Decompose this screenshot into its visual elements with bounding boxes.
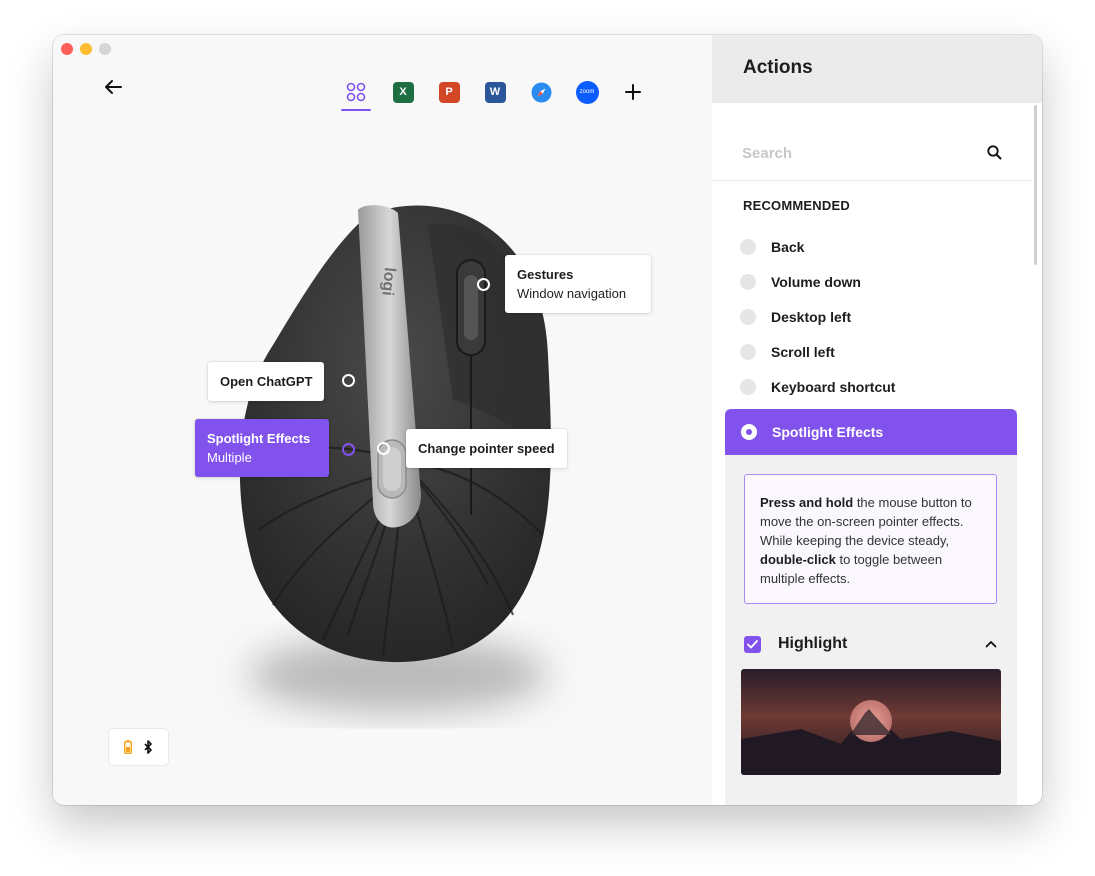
- dpi-button-hotspot[interactable]: [377, 442, 390, 455]
- action-spotlight-effects[interactable]: Spotlight Effects: [725, 409, 1017, 455]
- radio-volume-down[interactable]: [740, 274, 756, 290]
- search-input[interactable]: [740, 140, 974, 166]
- zoom-icon: zoom: [575, 80, 599, 104]
- spotlight-callout[interactable]: Spotlight Effects Multiple: [195, 419, 329, 477]
- active-tab-indicator: [341, 109, 371, 111]
- chatgpt-callout[interactable]: Open ChatGPT: [208, 362, 325, 401]
- actions-scrollbar[interactable]: [1034, 105, 1037, 265]
- minimize-window-button[interactable]: [80, 43, 92, 55]
- window-controls: [61, 43, 111, 55]
- desc-bold-double-click: double-click: [760, 552, 836, 567]
- powerpoint-icon: P: [438, 81, 460, 103]
- radio-back[interactable]: [740, 239, 756, 255]
- back-button[interactable]: [101, 75, 125, 99]
- safari-icon: [531, 82, 551, 102]
- excel-icon: X: [392, 81, 414, 103]
- action-keyboard-shortcut[interactable]: Keyboard shortcut: [740, 374, 895, 400]
- action-volume-down[interactable]: Volume down: [740, 269, 861, 295]
- actions-search: [712, 130, 1032, 181]
- highlight-checkbox[interactable]: [744, 635, 761, 653]
- tab-zoom[interactable]: zoom: [570, 75, 604, 109]
- plus-icon: [625, 84, 641, 100]
- bluetooth-icon: [144, 740, 152, 754]
- word-icon: W: [484, 81, 506, 103]
- radio-scroll-left[interactable]: [740, 344, 756, 360]
- search-button[interactable]: [987, 145, 1002, 165]
- gestures-button-hotspot[interactable]: [477, 278, 490, 291]
- highlight-label: Highlight: [778, 635, 848, 652]
- desc-bold-press-hold: Press and hold: [760, 495, 854, 510]
- action-scroll-left-label: Scroll left: [771, 344, 835, 360]
- gestures-callout-subtitle: Window navigation: [517, 286, 627, 301]
- search-icon: [987, 145, 1002, 160]
- gestures-callout-title: Gestures: [517, 267, 574, 282]
- spotlight-effects-panel: Spotlight Effects Press and hold the mou…: [725, 409, 1017, 805]
- tab-safari[interactable]: [524, 75, 558, 109]
- battery-icon: [124, 740, 132, 754]
- action-desktop-left-label: Desktop left: [771, 309, 852, 325]
- add-application-button[interactable]: [616, 75, 650, 109]
- highlight-option: Highlight: [744, 631, 997, 657]
- action-back-label: Back: [771, 239, 805, 255]
- tab-word[interactable]: W: [478, 75, 512, 109]
- chatgpt-callout-title: Open ChatGPT: [220, 374, 313, 389]
- checkmark-icon: [747, 639, 758, 648]
- spotlight-callout-title: Spotlight Effects: [207, 431, 311, 446]
- device-panel: X P W zoom logi Gestures Window navigati…: [53, 35, 712, 805]
- actions-title: Actions: [743, 57, 813, 78]
- chevron-up-icon: [985, 641, 997, 648]
- tab-all-applications[interactable]: [339, 75, 373, 111]
- action-keyboard-shortcut-label: Keyboard shortcut: [771, 379, 896, 395]
- gestures-callout[interactable]: Gestures Window navigation: [505, 255, 651, 313]
- collapse-highlight-button[interactable]: [985, 635, 997, 653]
- tab-powerpoint[interactable]: P: [432, 75, 466, 109]
- action-volume-down-label: Volume down: [771, 274, 861, 290]
- back-button-hotspot[interactable]: [342, 443, 355, 456]
- action-desktop-left[interactable]: Desktop left: [740, 304, 851, 330]
- maximize-window-button[interactable]: [99, 43, 111, 55]
- spotlight-callout-subtitle: Multiple: [207, 450, 252, 465]
- actions-panel: Actions RECOMMENDED Back Volume down Des…: [712, 35, 1042, 805]
- pointer-speed-callout-title: Change pointer speed: [418, 441, 555, 456]
- pointer-speed-callout[interactable]: Change pointer speed: [406, 429, 567, 468]
- action-spotlight-effects-label: Spotlight Effects: [772, 424, 884, 440]
- highlight-preview-image: [741, 669, 1001, 775]
- radio-desktop-left[interactable]: [740, 309, 756, 325]
- forward-button-hotspot[interactable]: [342, 374, 355, 387]
- radio-spotlight-effects-selected[interactable]: [741, 424, 757, 440]
- grid-circles-icon: [346, 82, 366, 102]
- action-scroll-left[interactable]: Scroll left: [740, 339, 835, 365]
- device-status: [109, 729, 168, 765]
- spotlight-description: Press and hold the mouse button to move …: [744, 474, 997, 604]
- svg-text:logi: logi: [379, 267, 398, 297]
- recommended-heading: RECOMMENDED: [743, 198, 850, 213]
- radio-keyboard-shortcut[interactable]: [740, 379, 756, 395]
- actions-header: Actions: [712, 35, 1042, 103]
- app-window: X P W zoom logi Gestures Window navigati…: [53, 35, 1042, 805]
- arrow-left-icon: [105, 80, 122, 94]
- action-back[interactable]: Back: [740, 234, 804, 260]
- tab-excel[interactable]: X: [386, 75, 420, 109]
- close-window-button[interactable]: [61, 43, 73, 55]
